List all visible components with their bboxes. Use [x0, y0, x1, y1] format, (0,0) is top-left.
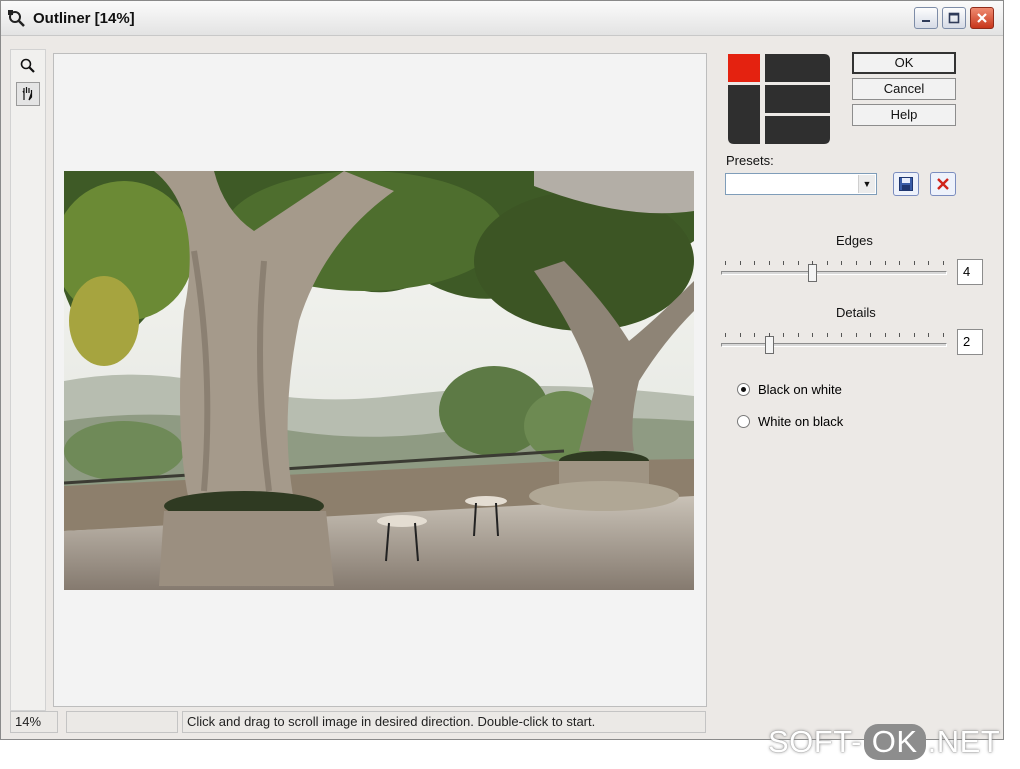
white-on-black-radio[interactable] [737, 414, 750, 428]
details-slider-tick [754, 333, 756, 337]
status-message: Click and drag to scroll image in desire… [182, 711, 706, 733]
help-button[interactable]: Help [852, 104, 956, 126]
details-slider-tick [884, 333, 886, 337]
black-on-white-option[interactable]: Black on white [737, 380, 842, 398]
white-on-black-option[interactable]: White on black [737, 412, 843, 430]
black-on-white-label: Black on white [758, 381, 842, 397]
details-slider-tick [913, 333, 915, 337]
title-bar[interactable]: Outliner [14%] [1, 1, 1003, 36]
zoom-tool[interactable] [16, 54, 40, 78]
details-slider-tick [739, 333, 741, 337]
watermark-part2: OK [863, 724, 926, 760]
edges-slider-tick [812, 261, 814, 265]
minimize-button[interactable] [914, 7, 938, 29]
preview-canvas[interactable] [53, 53, 707, 707]
edges-slider-tick [855, 261, 857, 265]
cancel-button[interactable]: Cancel [852, 78, 956, 100]
details-slider-tick [943, 333, 944, 337]
details-slider-tick [812, 333, 814, 337]
edges-slider-tick [754, 261, 756, 265]
preview-photo [64, 171, 694, 590]
details-slider-track [721, 343, 947, 347]
edges-slider-tick [841, 261, 843, 265]
zoom-readout: 14% [10, 711, 58, 733]
edges-slider-tick [783, 261, 785, 265]
edges-slider-tick [797, 261, 799, 265]
black-on-white-radio[interactable] [737, 382, 750, 396]
tool-strip [10, 49, 46, 711]
presets-dropdown[interactable]: ▼ [725, 173, 877, 195]
white-on-black-label: White on black [758, 413, 844, 429]
edges-slider-tick [725, 261, 726, 265]
details-slider-tick [783, 333, 785, 337]
close-icon [977, 13, 987, 23]
details-label: Details [836, 305, 876, 320]
watermark-part3: .NET [927, 724, 1001, 759]
edges-slider-tick [913, 261, 915, 265]
edges-slider-tick [928, 261, 930, 265]
details-slider-tick [870, 333, 872, 337]
edges-slider-thumb[interactable] [808, 264, 818, 282]
edges-slider-tick [899, 261, 901, 265]
edges-slider-tick [768, 261, 770, 265]
edges-slider-tick [884, 261, 886, 265]
watermark-part1: SOFT- [768, 724, 862, 759]
outliner-app-icon [7, 9, 27, 27]
watermark: SOFT- OK .NET [768, 722, 1000, 762]
details-slider-tick [797, 333, 799, 337]
details-slider-tick [928, 333, 930, 337]
delete-preset-button[interactable] [930, 172, 956, 196]
edges-slider-tick [826, 261, 828, 265]
details-slider-tick [725, 333, 726, 337]
edges-value-field[interactable]: 4 [957, 259, 983, 285]
details-slider-thumb[interactable] [764, 336, 774, 354]
status-empty-cell [66, 711, 178, 733]
details-slider-tick [841, 333, 843, 337]
outliner-logo [728, 54, 830, 144]
status-bar: 14% Click and drag to scroll image in de… [10, 711, 706, 733]
details-slider-tick [826, 333, 828, 337]
details-slider-tick [768, 333, 770, 337]
edges-slider-tick [870, 261, 872, 265]
details-slider-tick [855, 333, 857, 337]
ok-button[interactable]: OK [852, 52, 956, 74]
maximize-icon [948, 12, 960, 24]
close-button[interactable] [970, 7, 994, 29]
details-slider[interactable] [721, 331, 947, 357]
presets-label: Presets: [726, 153, 774, 168]
outliner-window: Outliner [14%] 14% Click and drag to scr… [0, 0, 1004, 740]
floppy-disk-icon [899, 177, 913, 191]
delete-x-icon [937, 178, 949, 190]
magnifier-icon [20, 58, 35, 73]
window-title: Outliner [14%] [33, 10, 135, 27]
chevron-down-icon[interactable]: ▼ [858, 175, 875, 193]
maximize-button[interactable] [942, 7, 966, 29]
edges-slider-tick [739, 261, 741, 265]
hand-icon [22, 87, 33, 101]
edges-slider-tick [943, 261, 944, 265]
details-slider-tick [899, 333, 901, 337]
edges-slider[interactable] [721, 259, 947, 285]
save-preset-button[interactable] [893, 172, 919, 196]
details-value-field[interactable]: 2 [957, 329, 983, 355]
edges-slider-track [721, 271, 947, 275]
pan-tool[interactable] [16, 82, 40, 106]
edges-label: Edges [836, 233, 873, 248]
minimize-icon [922, 20, 930, 22]
